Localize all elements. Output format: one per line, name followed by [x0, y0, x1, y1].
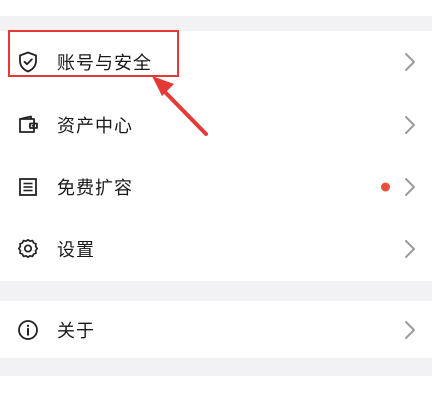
menu-item-label: 关于	[57, 321, 95, 342]
menu-item-free-expansion[interactable]: 免费扩容	[0, 156, 432, 218]
gear-icon	[17, 238, 39, 260]
menu-item-label: 账号与安全	[57, 53, 152, 74]
wallet-icon	[17, 114, 39, 136]
top-card	[0, 0, 432, 16]
chevron-right-icon	[405, 178, 415, 196]
menu-item-asset-center[interactable]: 资产中心	[0, 94, 432, 156]
shield-check-icon	[17, 51, 39, 73]
chevron-right-icon	[405, 53, 415, 71]
bottom-card	[0, 376, 432, 396]
menu-item-account-security[interactable]: 账号与安全	[0, 31, 432, 93]
menu-card: 账号与安全 资产中心 免费扩容 设置	[0, 31, 432, 281]
notification-badge	[381, 182, 390, 192]
menu-item-label: 资产中心	[57, 116, 133, 137]
menu-item-about[interactable]: 关于	[0, 299, 432, 361]
about-card: 关于	[0, 301, 432, 358]
chevron-right-icon	[405, 321, 415, 339]
menu-item-settings[interactable]: 设置	[0, 218, 432, 280]
info-icon	[17, 319, 39, 341]
menu-item-label: 设置	[57, 240, 95, 261]
chevron-right-icon	[405, 116, 415, 134]
menu-item-label: 免费扩容	[57, 178, 133, 199]
list-icon	[17, 176, 39, 198]
chevron-right-icon	[405, 240, 415, 258]
